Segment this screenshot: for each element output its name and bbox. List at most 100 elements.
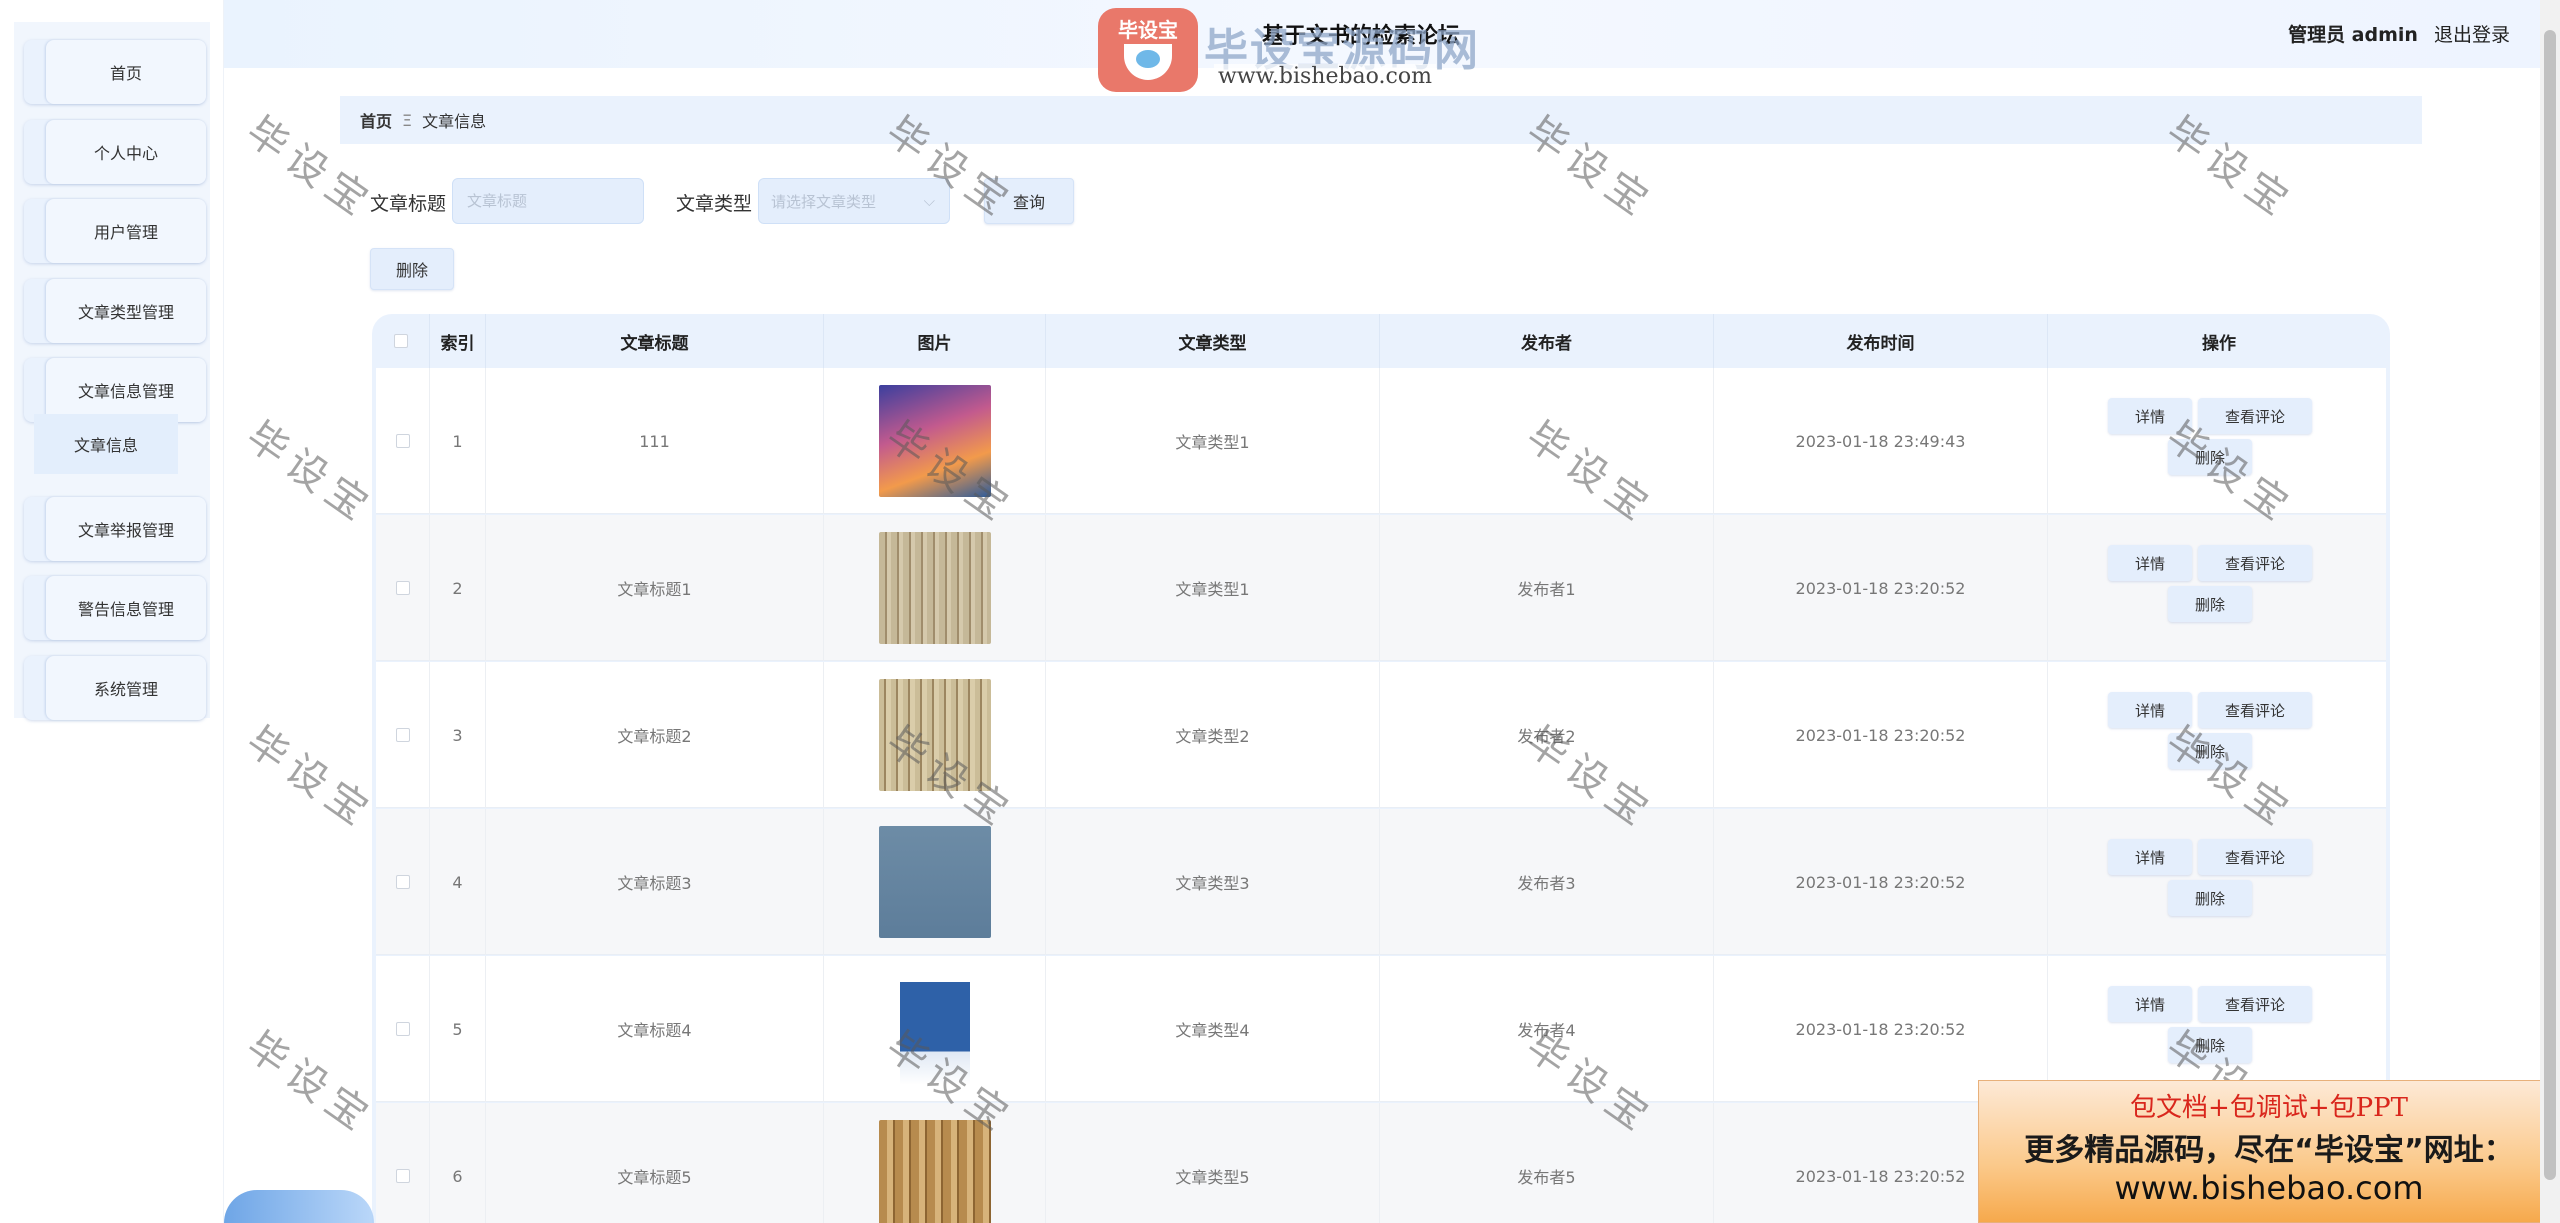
query-button[interactable]: 查询 xyxy=(984,178,1074,224)
view-comments-button[interactable]: 查看评论 xyxy=(2198,839,2312,875)
column-header: 发布时间 xyxy=(1714,314,2048,368)
article-thumbnail[interactable] xyxy=(878,1120,991,1223)
sidebar-item-label: 文章类型管理 xyxy=(46,279,206,343)
article-type-select[interactable]: 请选择文章类型 ⌵ xyxy=(758,178,950,224)
table-row: 3 文章标题2 文章类型2 发布者2 2023-01-18 23:20:52 详情 查看评论… xyxy=(376,662,2386,808)
bottom-decoration xyxy=(224,1190,374,1223)
checkbox-cell xyxy=(376,1103,430,1223)
sidebar-item-warning-management[interactable]: 警告信息管理 xyxy=(24,576,206,640)
logo-watermark: 毕设宝 xyxy=(1098,8,1198,92)
row-actions: 详情查看评论删除 xyxy=(2048,809,2386,955)
column-header: 文章类型 xyxy=(1046,314,1380,368)
sidebar-item-personal-center[interactable]: 个人中心 xyxy=(24,120,206,184)
sidebar-item-article-report-management[interactable]: 文章举报管理 xyxy=(24,497,206,561)
title-search-input[interactable] xyxy=(452,178,644,224)
author-cell: 发布者4 xyxy=(1380,956,1714,1102)
detail-button[interactable]: 详情 xyxy=(2108,692,2192,728)
sidebar-item-system-management[interactable]: 系统管理 xyxy=(24,656,206,720)
row-delete-button[interactable]: 删除 xyxy=(2168,586,2252,622)
cup-icon xyxy=(1124,44,1172,80)
row-delete-button[interactable]: 删除 xyxy=(2168,439,2252,475)
batch-delete-button[interactable]: 删除 xyxy=(370,248,454,290)
table-header: 索引 文章标题 图片 文章类型 发布者 发布时间 操作 xyxy=(372,314,2390,368)
title-search-label: 文章标题 xyxy=(370,193,447,215)
sidebar-item-label: 首页 xyxy=(46,40,206,104)
article-thumbnail[interactable] xyxy=(878,826,991,938)
sidebar-item-label: 系统管理 xyxy=(46,656,206,720)
type-cell: 文章类型1 xyxy=(1046,368,1380,514)
time-cell: 2023-01-18 23:20:52 xyxy=(1714,515,2048,661)
operations-cell: 详情查看评论删除 xyxy=(2048,515,2386,661)
detail-button[interactable]: 详情 xyxy=(2108,545,2192,581)
index-cell: 1 xyxy=(430,368,486,514)
row-checkbox[interactable] xyxy=(395,1022,410,1036)
table-row: 1 111 文章类型1 2023-01-18 23:49:43 详情 查看评论 删除 xyxy=(376,368,2386,514)
view-comments-button[interactable]: 查看评论 xyxy=(2198,545,2312,581)
watermark-text: 毕设宝 xyxy=(237,718,383,839)
author-cell xyxy=(1380,368,1714,514)
column-header: 文章标题 xyxy=(486,314,824,368)
column-header: 索引 xyxy=(430,314,486,368)
sidebar-item-article-info-management[interactable]: 文章信息管理 xyxy=(24,358,206,422)
title-cell: 文章标题5 xyxy=(486,1103,824,1223)
type-cell: 文章类型3 xyxy=(1046,809,1380,955)
row-checkbox[interactable] xyxy=(395,1169,410,1183)
view-comments-button[interactable]: 查看评论 xyxy=(2198,692,2312,728)
row-checkbox[interactable] xyxy=(395,875,410,889)
row-checkbox[interactable] xyxy=(395,581,410,595)
operations-cell: 详情查看评论删除 xyxy=(2048,662,2386,808)
title-cell: 文章标题3 xyxy=(486,809,824,955)
sidebar: 首页 个人中心 用户管理 文章类型管理 文章信息管理 文章信息 文章举报管理 警… xyxy=(0,0,224,1223)
detail-button[interactable]: 详情 xyxy=(2108,839,2192,875)
scrollbar-thumb[interactable] xyxy=(2544,30,2556,1180)
sidebar-item-label: 用户管理 xyxy=(46,199,206,263)
type-search-label: 文章类型 xyxy=(676,193,753,215)
breadcrumb-home[interactable]: 首页 xyxy=(360,108,392,132)
table-row: 2 文章标题1 文章类型1 发布者1 2023-01-18 23:20:52 详情 查看评论… xyxy=(376,515,2386,661)
article-thumbnail[interactable] xyxy=(878,532,991,644)
select-all-checkbox[interactable] xyxy=(393,334,408,348)
submenu-item-article-info[interactable]: 文章信息 xyxy=(34,414,178,474)
sidebar-item-home[interactable]: 首页 xyxy=(24,40,206,104)
row-checkbox[interactable] xyxy=(395,728,410,742)
row-checkbox[interactable] xyxy=(395,434,410,448)
promo-line-2: 更多精品源码，尽在“毕设宝”网址： xyxy=(2024,1133,2514,1168)
image-cell xyxy=(824,368,1046,514)
operations-cell: 详情查看评论删除 xyxy=(2048,809,2386,955)
article-thumbnail[interactable] xyxy=(899,973,970,1085)
title-cell: 文章标题4 xyxy=(486,956,824,1102)
title-cell: 文章标题2 xyxy=(486,662,824,808)
promo-banner[interactable]: 包文档+包调试+包PPT 更多精品源码，尽在“毕设宝”网址： www.bishe… xyxy=(1978,1080,2560,1223)
checkbox-cell xyxy=(376,956,430,1102)
row-actions: 详情查看评论删除 xyxy=(2048,515,2386,661)
watermark-text: 毕设宝 xyxy=(237,413,383,534)
article-thumbnail[interactable] xyxy=(878,679,991,791)
row-actions: 详情查看评论删除 xyxy=(2048,368,2386,514)
title-cell: 111 xyxy=(486,368,824,514)
time-cell: 2023-01-18 23:20:52 xyxy=(1714,809,2048,955)
time-cell: 2023-01-18 23:49:43 xyxy=(1714,368,2048,514)
image-cell xyxy=(824,515,1046,661)
type-cell: 文章类型4 xyxy=(1046,956,1380,1102)
page-scrollbar[interactable] xyxy=(2540,0,2560,1223)
logo-url: www.bishebao.com xyxy=(1214,64,1436,89)
row-delete-button[interactable]: 删除 xyxy=(2168,733,2252,769)
row-delete-button[interactable]: 删除 xyxy=(2168,880,2252,916)
detail-button[interactable]: 详情 xyxy=(2108,398,2192,434)
image-cell xyxy=(824,662,1046,808)
column-header: 发布者 xyxy=(1380,314,1714,368)
article-thumbnail[interactable] xyxy=(878,385,991,497)
image-cell xyxy=(824,1103,1046,1223)
title-cell: 文章标题1 xyxy=(486,515,824,661)
type-cell: 文章类型2 xyxy=(1046,662,1380,808)
row-delete-button[interactable]: 删除 xyxy=(2168,1027,2252,1063)
view-comments-button[interactable]: 查看评论 xyxy=(2198,986,2312,1022)
sidebar-item-user-management[interactable]: 用户管理 xyxy=(24,199,206,263)
view-comments-button[interactable]: 查看评论 xyxy=(2198,398,2312,434)
sidebar-item-label: 警告信息管理 xyxy=(46,576,206,640)
logout-link[interactable]: 退出登录 xyxy=(2434,24,2510,46)
chevron-down-icon: ⌵ xyxy=(923,192,935,210)
sidebar-item-article-type-management[interactable]: 文章类型管理 xyxy=(24,279,206,343)
detail-button[interactable]: 详情 xyxy=(2108,986,2192,1022)
image-cell xyxy=(824,809,1046,955)
